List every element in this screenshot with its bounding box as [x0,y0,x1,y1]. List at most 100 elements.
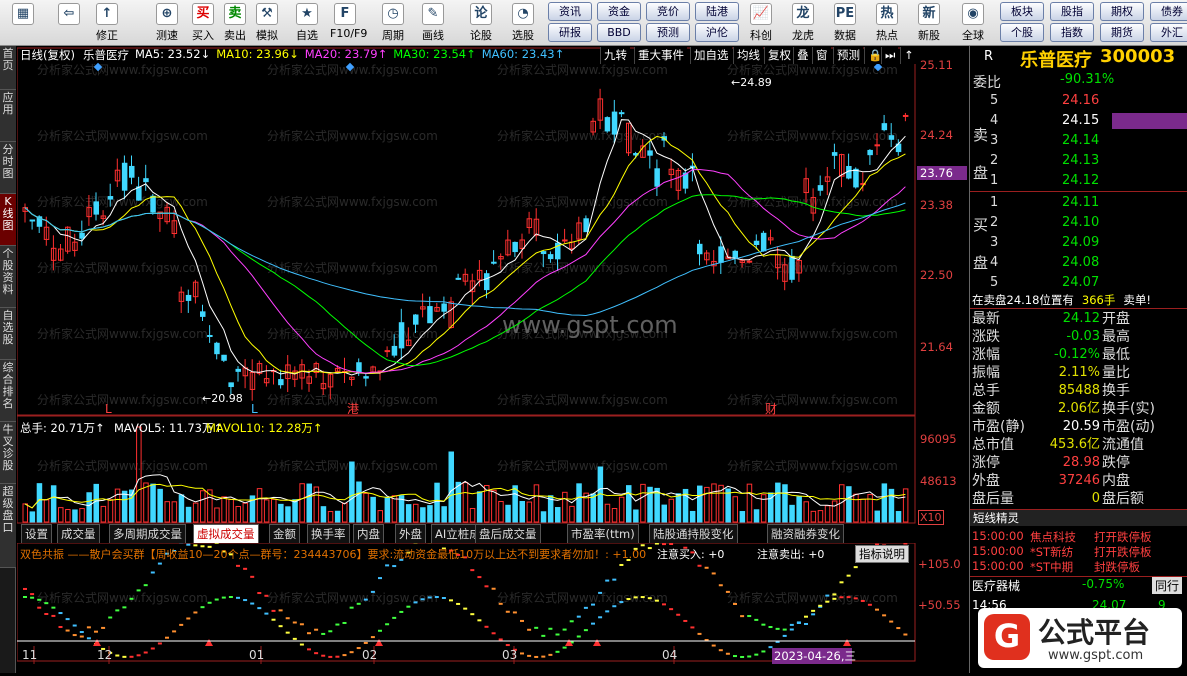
candle-body [491,261,497,264]
ipo-icon: 新 [918,3,940,25]
indicator-help-button[interactable]: 指标说明 [855,545,909,563]
watermark-text: 分析家公式网www.fxjgsw.com [497,194,668,209]
indicator-dash [58,625,63,628]
indicator-tab-3[interactable]: 虚拟成交量 [193,524,259,543]
sidebar-tab-1[interactable]: 应用 [0,90,16,142]
indicator-dash [555,650,560,653]
volume-bar [320,506,327,523]
sidebar-tab-7[interactable]: 牛叉诊股 [0,422,16,484]
elf-row[interactable]: 15:00:00 *ST新纺 打开跌停板 [972,544,1187,559]
kline-function-1[interactable]: 重大事件 [634,47,687,64]
sidebar-tab-8[interactable]: 超级盘口 [0,484,16,568]
kline-function-3[interactable]: 均线 [733,47,763,64]
kline-function-5[interactable]: 叠 [793,47,812,64]
toolbar-buy-button[interactable]: 买买入 [188,0,218,46]
toolbar-btn2-1[interactable]: BBD [597,23,641,42]
ask-level: 4 [990,113,999,128]
toolbar-speed-button[interactable]: ⊕ 测速 [152,0,182,46]
toolbar-btn2-0[interactable]: 研报 [548,23,592,42]
toolbar-btn2-7[interactable]: 外汇 [1150,23,1187,42]
toolbar-btn-6[interactable]: 期权 [1100,2,1144,21]
sidebar-tab-3[interactable]: K线图 [0,194,16,246]
volume-bar [427,505,433,523]
chart-area[interactable]: 分析家公式网www.fxjgsw.com 分析家公式网www.fxjgsw.com… [16,46,969,673]
indicator-tab-7[interactable]: 外盘 [395,524,426,543]
toolbar-dragon-tiger-button[interactable]: 龙龙虎 [788,0,818,46]
candle-body [718,246,724,263]
sector-peer-tab[interactable]: 同行 [1152,577,1183,594]
volume-bar [306,483,312,523]
toolbar-btn-0[interactable]: 资讯 [548,2,592,21]
toolbar-period-button[interactable]: ◷ 周期 [378,0,408,46]
toolbar-btn2-4[interactable]: 个股 [1000,23,1044,42]
sidebar-tab-5[interactable]: 自选股 [0,308,16,360]
toolbar-btn-5[interactable]: 股指 [1050,2,1094,21]
toolbar-btn2-3[interactable]: 沪伦 [695,23,739,42]
indicator-tab-2[interactable]: 多周期成交量 [109,524,186,543]
volume-bar [462,482,469,523]
indicator-tab-5[interactable]: 换手率 [307,524,350,543]
stat-label: 市盈(静) [972,419,1025,435]
toolbar-f10-button[interactable]: F F10/F9 [330,0,367,46]
volume-bar [93,483,99,523]
toolbar-btn2-5[interactable]: 指数 [1050,23,1094,42]
indicator-tab-0[interactable]: 设置 [21,524,52,543]
toolbar-favorite-button[interactable]: ★ 自选 [292,0,322,46]
toolbar-btn-3[interactable]: 陆港 [695,2,739,21]
sidebar-tab-2[interactable]: 分时图 [0,142,16,194]
sidebar-tab-4[interactable]: 个股资料 [0,246,16,308]
elf-row[interactable]: 15:00:00 焦点科技 打开跌停板 [972,529,1187,544]
toolbar-btn2-2[interactable]: 预测 [646,23,690,42]
sidebar-tab-0[interactable]: 首页 [0,46,16,90]
toolbar-btn-7[interactable]: 债券 [1150,2,1187,21]
toolbar-global-button[interactable]: ◉ 全球 [958,0,988,46]
kline-function-6[interactable]: 窗 [812,47,831,64]
volume-bar [221,496,227,523]
toolbar-btn-2[interactable]: 竞价 [646,2,690,21]
toolbar-simulate-button[interactable]: ⚒ 模拟 [252,0,282,46]
kline-function-4[interactable]: 复权 [764,47,794,64]
volume-bar [817,510,824,523]
toolbar-stock-pick-button[interactable]: ◔ 选股 [508,0,538,46]
elf-row[interactable]: 15:00:00 *ST中期 封跌停板 [972,559,1187,574]
volume-bar [349,461,355,523]
indicator-tab-12[interactable]: 融资融券变化 [767,524,844,543]
kline-function-2[interactable]: 加自选 [690,47,732,64]
indicator-tab-6[interactable]: 内盘 [353,524,384,543]
indicator-tab-9[interactable]: 盘后成交量 [475,524,541,543]
kline-function-9[interactable]: ⏭ [881,47,899,64]
toolbar-ipo-button[interactable]: 新新股 [914,0,944,46]
toolbar-btn2-6[interactable]: 期货 [1100,23,1144,42]
indicator-dash [30,593,35,596]
kline-y-tick: 25.11 [920,58,953,72]
kline-function-7[interactable]: 预测 [833,47,863,64]
volume-y-tick: 48613 [920,474,957,488]
sidebar-tab-6[interactable]: 综合排名 [0,360,16,422]
kline-function-0[interactable]: 九转 [600,47,630,64]
volume-bar [810,510,817,523]
toolbar-draw-button[interactable]: ✎ 画线 [418,0,448,46]
indicator-dash [591,622,595,625]
toolbar-revise-button[interactable]: ↑ 修正 [92,0,122,46]
kline-svg[interactable]: 分析家公式网www.fxjgsw.com 分析家公式网www.fxjgsw.com… [16,46,969,673]
toolbar-kechuang-button[interactable]: 📈 科创 [746,0,776,46]
indicator-tab-10[interactable]: 市盈率(ttm) [567,524,639,543]
toolbar-hot-button[interactable]: 热热点 [872,0,902,46]
indicator-tab-4[interactable]: 金额 [269,524,300,543]
logo-badge: G 公式平台 www.gspt.com [978,608,1182,668]
stat-right-label: 换手 [1102,383,1130,399]
toolbar-layout-button[interactable]: ▦ [8,0,38,46]
toolbar-btn-1[interactable]: 资金 [597,2,641,21]
indicator-dash [150,647,155,650]
toolbar-sell-button[interactable]: 卖卖出 [220,0,250,46]
kline-function-10[interactable]: ↑ [900,47,917,64]
candle-body [121,162,128,191]
toolbar-btn-4[interactable]: 板块 [1000,2,1044,21]
sector-row[interactable]: 医疗器械 -0.75% 同行 [970,576,1187,594]
toolbar-back-button[interactable]: ⇦ [54,0,84,46]
indicator-tab-11[interactable]: 陆股通持股变化 [649,524,738,543]
candle-body [356,362,362,374]
toolbar-data-button[interactable]: PE 数据 [830,0,860,46]
indicator-tab-1[interactable]: 成交量 [57,524,100,543]
toolbar-forum-button[interactable]: 论论股 [466,0,496,46]
